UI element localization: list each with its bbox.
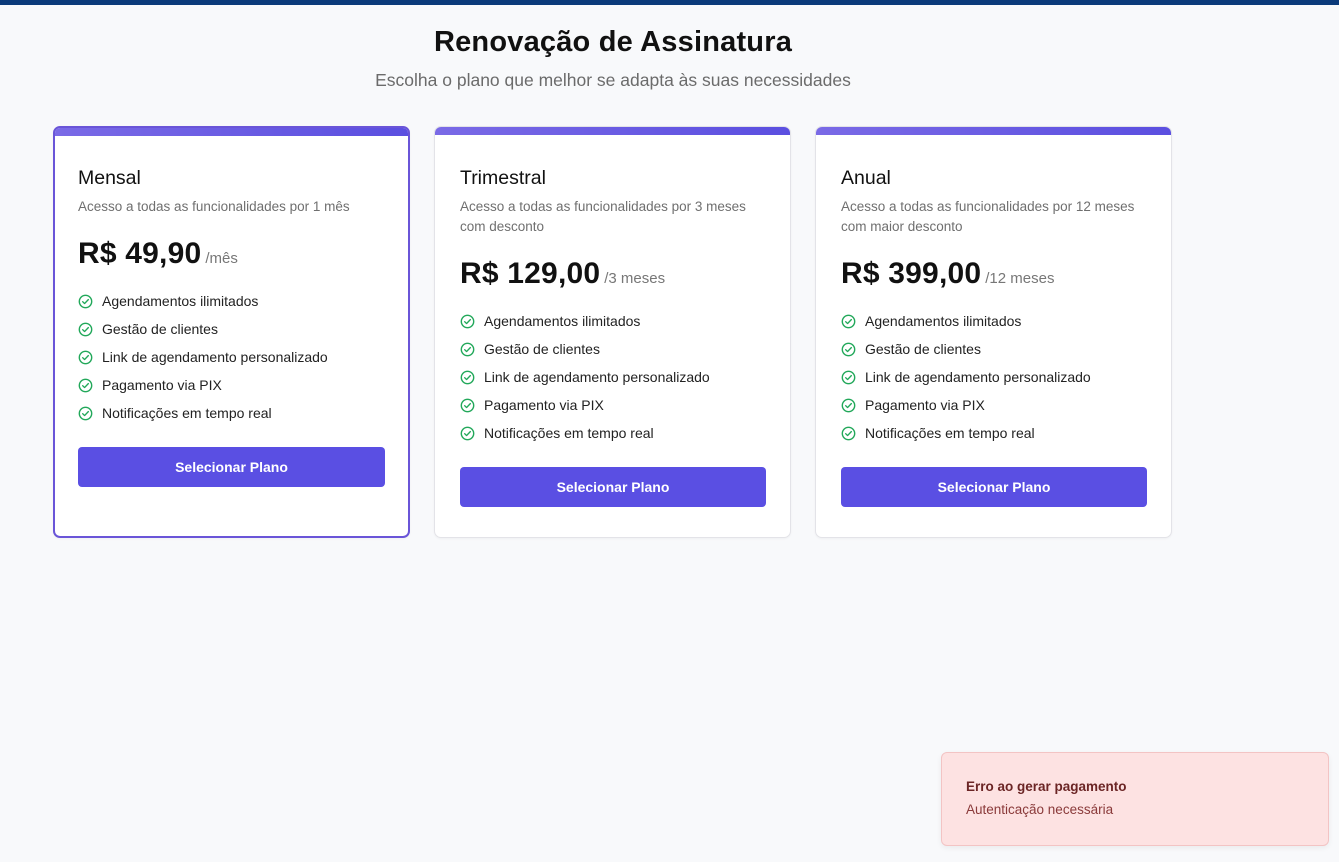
feature-label: Link de agendamento personalizado	[102, 349, 328, 365]
feature-label: Pagamento via PIX	[865, 397, 985, 413]
feature-item: Link de agendamento personalizado	[460, 363, 766, 391]
check-circle-icon	[460, 314, 475, 328]
feature-item: Gestão de clientes	[841, 335, 1147, 363]
plan-description: Acesso a todas as funcionalidades por 12…	[841, 199, 1135, 234]
plan-name: Mensal	[78, 167, 141, 189]
feature-item: Notificações em tempo real	[78, 399, 385, 427]
feature-label: Gestão de clientes	[102, 321, 218, 337]
plan-name: Trimestral	[460, 167, 546, 189]
feature-item: Notificações em tempo real	[460, 419, 766, 447]
plan-period: /3 meses	[604, 270, 666, 287]
feature-item: Link de agendamento personalizado	[841, 363, 1147, 391]
feature-label: Notificações em tempo real	[484, 425, 654, 441]
feature-list: Agendamentos ilimitados Gestão de client…	[841, 307, 1147, 447]
check-circle-icon	[460, 342, 475, 356]
check-circle-icon	[460, 370, 475, 384]
feature-label: Notificações em tempo real	[102, 405, 272, 421]
check-circle-icon	[460, 398, 475, 412]
plan-description: Acesso a todas as funcionalidades por 1 …	[78, 199, 350, 214]
feature-item: Agendamentos ilimitados	[78, 287, 385, 315]
select-plan-button[interactable]: Selecionar Plano	[460, 467, 766, 507]
feature-item: Notificações em tempo real	[841, 419, 1147, 447]
plan-card-accent	[435, 127, 790, 135]
check-circle-icon	[78, 294, 93, 308]
plan-card-accent	[816, 127, 1171, 135]
plan-card-anual[interactable]: Anual Acesso a todas as funcionalidades …	[815, 126, 1172, 538]
feature-label: Pagamento via PIX	[102, 377, 222, 393]
page-subtitle: Escolha o plano que melhor se adapta às …	[375, 70, 851, 90]
plan-card-accent	[55, 128, 408, 136]
page-title: Renovação de Assinatura	[433, 26, 793, 58]
toast-title: Erro ao gerar pagamento	[966, 779, 1127, 794]
feature-item: Pagamento via PIX	[78, 371, 385, 399]
feature-label: Gestão de clientes	[484, 341, 600, 357]
plan-period: /12 meses	[985, 270, 1055, 287]
feature-item: Gestão de clientes	[460, 335, 766, 363]
plan-period: /mês	[205, 250, 238, 267]
select-plan-button[interactable]: Selecionar Plano	[841, 467, 1147, 507]
plan-card-mensal[interactable]: Mensal Acesso a todas as funcionalidades…	[53, 126, 410, 538]
feature-item: Pagamento via PIX	[460, 391, 766, 419]
plans-list: Mensal Acesso a todas as funcionalidades…	[53, 126, 1172, 538]
feature-list: Agendamentos ilimitados Gestão de client…	[78, 287, 385, 427]
check-circle-icon	[460, 426, 475, 440]
feature-item: Link de agendamento personalizado	[78, 343, 385, 371]
price-row: R$ 129,00 /3 meses	[460, 257, 766, 291]
select-plan-button[interactable]: Selecionar Plano	[78, 447, 385, 487]
page-header: Renovação de Assinatura Escolha o plano …	[0, 22, 1226, 92]
check-circle-icon	[841, 426, 856, 440]
feature-item: Pagamento via PIX	[841, 391, 1147, 419]
plan-price: R$ 49,90	[78, 237, 202, 270]
plan-card-trimestral[interactable]: Trimestral Acesso a todas as funcionalid…	[434, 126, 791, 538]
check-circle-icon	[78, 406, 93, 420]
check-circle-icon	[78, 350, 93, 364]
price-row: R$ 49,90 /mês	[78, 237, 385, 271]
plan-price: R$ 399,00	[841, 257, 982, 290]
feature-list: Agendamentos ilimitados Gestão de client…	[460, 307, 766, 447]
plan-name: Anual	[841, 167, 891, 189]
feature-label: Notificações em tempo real	[865, 425, 1035, 441]
check-circle-icon	[841, 314, 856, 328]
check-circle-icon	[78, 378, 93, 392]
plan-description: Acesso a todas as funcionalidades por 3 …	[460, 199, 746, 234]
check-circle-icon	[841, 342, 856, 356]
toast-message: Autenticação necessária	[966, 802, 1114, 817]
feature-label: Gestão de clientes	[865, 341, 981, 357]
plan-price: R$ 129,00	[460, 257, 601, 290]
feature-label: Agendamentos ilimitados	[865, 313, 1022, 329]
feature-item: Agendamentos ilimitados	[460, 307, 766, 335]
top-bar	[0, 0, 1339, 5]
feature-label: Agendamentos ilimitados	[484, 313, 641, 329]
feature-item: Agendamentos ilimitados	[841, 307, 1147, 335]
check-circle-icon	[841, 370, 856, 384]
check-circle-icon	[841, 398, 856, 412]
feature-label: Link de agendamento personalizado	[484, 369, 710, 385]
feature-item: Gestão de clientes	[78, 315, 385, 343]
check-circle-icon	[78, 322, 93, 336]
feature-label: Link de agendamento personalizado	[865, 369, 1091, 385]
price-row: R$ 399,00 /12 meses	[841, 257, 1147, 291]
error-toast[interactable]: Erro ao gerar pagamento Autenticação nec…	[941, 752, 1329, 846]
feature-label: Agendamentos ilimitados	[102, 293, 259, 309]
feature-label: Pagamento via PIX	[484, 397, 604, 413]
